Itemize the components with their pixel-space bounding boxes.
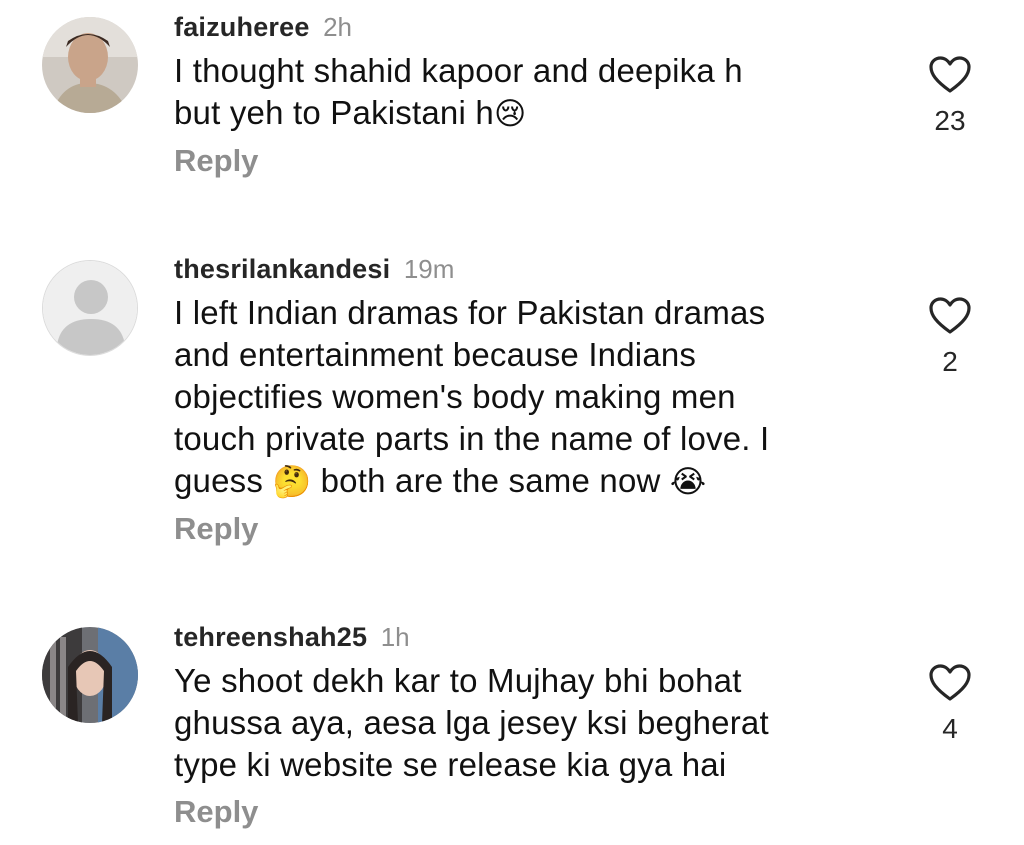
comment-text: Ye shoot dekh kar to Mujhay bhi bohat gh… bbox=[174, 660, 874, 786]
heart-icon[interactable] bbox=[928, 55, 972, 95]
timestamp: 2h bbox=[323, 12, 352, 42]
comment-meta: thesrilankandesi 19m bbox=[174, 252, 874, 286]
reply-button[interactable]: Reply bbox=[174, 509, 874, 549]
username[interactable]: tehreenshah25 bbox=[174, 622, 367, 652]
like-count: 2 bbox=[942, 346, 958, 377]
comment-line: I left Indian dramas for Pakistan dramas bbox=[174, 294, 766, 331]
heart-icon[interactable] bbox=[928, 296, 972, 336]
comment-line: touch private parts in the name of love.… bbox=[174, 420, 770, 457]
timestamp: 19m bbox=[403, 254, 455, 284]
comment-line: and entertainment because Indians bbox=[174, 336, 697, 373]
heart-icon[interactable] bbox=[928, 663, 972, 703]
comment-line-text: both are the same now bbox=[320, 462, 661, 499]
reply-button[interactable]: Reply bbox=[174, 141, 874, 181]
timestamp: 1h bbox=[380, 622, 410, 652]
loudly-crying-face-icon: 😭 bbox=[669, 464, 707, 500]
default-avatar-icon bbox=[43, 261, 137, 355]
like-control: 2 bbox=[920, 296, 980, 378]
reply-button[interactable]: Reply bbox=[174, 792, 874, 832]
like-count: 4 bbox=[942, 713, 958, 744]
comment-line: Ye shoot dekh kar to Mujhay bhi bohat bbox=[174, 662, 742, 699]
thinking-face-icon: 🤔 bbox=[272, 464, 312, 500]
like-control: 4 bbox=[920, 663, 980, 745]
like-control: 23 bbox=[920, 55, 980, 137]
username[interactable]: thesrilankandesi bbox=[174, 254, 390, 284]
comment-meta: tehreenshah25 1h bbox=[174, 620, 874, 654]
comment-line: guess 🤔 both are the same now 😭 bbox=[174, 460, 874, 503]
comment-meta: faizuheree 2h bbox=[174, 10, 874, 44]
username[interactable]: faizuheree bbox=[174, 12, 310, 42]
comment-text: I thought shahid kapoor and deepika h bu… bbox=[174, 50, 874, 135]
avatar[interactable] bbox=[42, 260, 138, 356]
crying-face-icon: 😢 bbox=[493, 96, 527, 132]
comment-line: type ki website se release kia gya hai bbox=[174, 746, 727, 783]
comment-line: ghussa aya, aesa lga jesey ksi begherat bbox=[174, 704, 769, 741]
comment-line: I thought shahid kapoor and deepika h bbox=[174, 52, 743, 89]
comment-line: but yeh to Pakistani h😢 bbox=[174, 92, 874, 135]
comment-line: objectifies women's body making men bbox=[174, 378, 736, 415]
comment-line-text: guess bbox=[174, 462, 264, 499]
like-count: 23 bbox=[934, 105, 966, 136]
avatar[interactable] bbox=[42, 627, 138, 723]
comment-line-text: but yeh to Pakistani h bbox=[174, 94, 494, 131]
avatar[interactable] bbox=[42, 17, 138, 113]
comment-text: I left Indian dramas for Pakistan dramas… bbox=[174, 292, 874, 503]
